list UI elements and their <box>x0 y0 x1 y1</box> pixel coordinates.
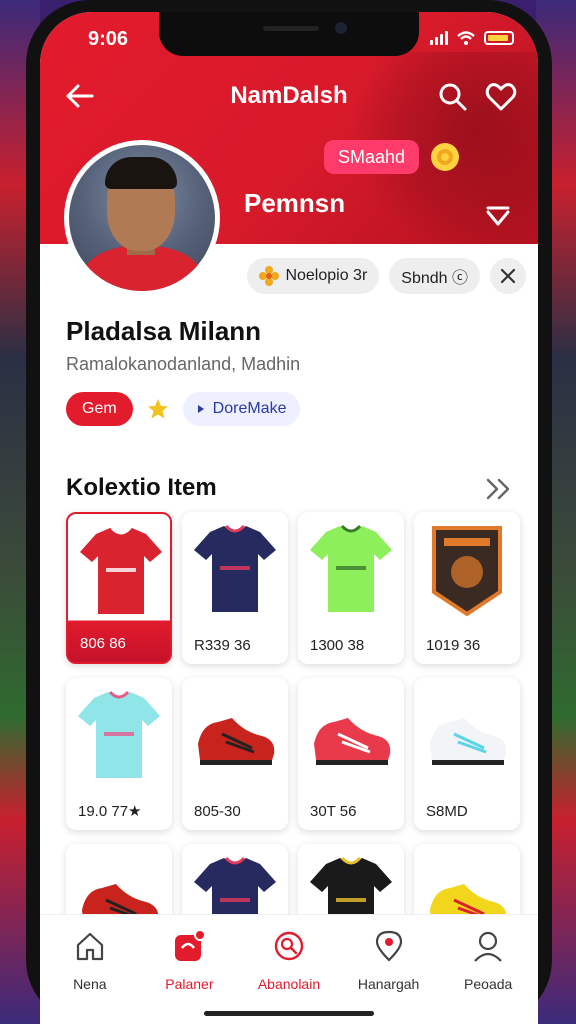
collection-item-card[interactable] <box>414 844 520 924</box>
signal-icon <box>430 31 448 45</box>
filter-chips: Noelopio 3r Sbndh ⓒ <box>247 258 526 294</box>
item-price: 19.0 77★ <box>78 803 142 820</box>
play-arrow-icon <box>197 405 204 413</box>
collection-item-card[interactable]: 1019 36 <box>414 512 520 664</box>
nav-label: Nena <box>73 976 107 992</box>
nav-item-peoada[interactable]: Peoada <box>443 929 533 1024</box>
app-screen: 9:06 NamDalsh SMaahd Pemnsn Noelopio 3r … <box>40 12 538 1024</box>
item-price: 806 86 <box>80 635 126 652</box>
collection-item-card[interactable]: R339 36 <box>182 512 288 664</box>
collection-item-card[interactable] <box>66 844 172 924</box>
jersey-thumbnail <box>76 688 162 784</box>
close-icon <box>500 268 516 284</box>
bottom-navigation: Nena Palaner Abanolain Hanargah Peoada <box>40 914 538 1024</box>
nav-item-home[interactable]: Nena <box>45 929 135 1024</box>
hero-username: Pemnsn <box>244 188 346 218</box>
item-price: 30T 56 <box>310 803 357 820</box>
phone-frame: 9:06 NamDalsh SMaahd Pemnsn Noelopio 3r … <box>26 0 552 1024</box>
scan-icon <box>274 931 304 961</box>
profile-icon <box>474 931 502 962</box>
close-button[interactable] <box>490 258 526 294</box>
profile-subtitle: Ramalokanodanland, Madhin <box>66 354 301 374</box>
collection-grid: 806 86 R339 36 1300 38 1019 36 19.0 77★ 805-3… <box>66 512 524 924</box>
chevron-down-icon[interactable] <box>484 200 512 228</box>
item-price: S8MD <box>426 803 468 820</box>
profile-tags: Gem DoreMake <box>66 392 301 426</box>
tag-gem[interactable]: Gem <box>66 392 133 426</box>
collection-item-card[interactable]: S8MD <box>414 678 520 830</box>
jersey-thumbnail <box>192 522 278 618</box>
item-price: 1019 36 <box>426 637 481 654</box>
nav-item-abanolain[interactable]: Abanolain <box>244 929 334 1024</box>
collection-item-card[interactable] <box>182 844 288 924</box>
jersey-thumbnail <box>308 522 394 618</box>
nav-label: Abanolain <box>257 976 321 992</box>
favorite-heart-icon[interactable] <box>484 80 518 114</box>
tag-label: DoreMake <box>212 400 287 417</box>
star-icon <box>147 399 168 419</box>
collection-item-card[interactable] <box>298 844 404 924</box>
double-chevron-right-icon[interactable] <box>484 476 514 502</box>
item-price: R339 36 <box>194 637 251 654</box>
wifi-icon <box>457 31 475 45</box>
nav-label: Hanargah <box>357 976 420 992</box>
collection-item-card[interactable]: 806 86 <box>66 512 172 664</box>
boot-thumbnail <box>192 688 278 784</box>
nav-item-hanargah[interactable]: Hanargah <box>344 929 434 1024</box>
notification-app-icon <box>175 929 207 961</box>
chip-noelopio[interactable]: Noelopio 3r <box>247 258 380 294</box>
home-indicator <box>204 1011 374 1016</box>
avatar[interactable] <box>64 140 220 296</box>
collection-item-card[interactable]: 30T 56 <box>298 678 404 830</box>
jersey-thumbnail <box>78 524 164 620</box>
badge-thumbnail <box>424 522 510 618</box>
collection-item-card[interactable]: 1300 38 <box>298 512 404 664</box>
collection-item-card[interactable]: 805-30 <box>182 678 288 830</box>
search-icon[interactable] <box>436 80 470 114</box>
status-badge: SMaahd <box>324 140 420 174</box>
home-icon <box>76 932 103 961</box>
item-price: 1300 38 <box>310 637 365 654</box>
top-app-bar: NamDalsh <box>40 76 538 116</box>
location-icon <box>375 930 402 962</box>
chip-label: Noelopio 3r <box>285 267 368 284</box>
section-title: Kolextio Item <box>66 474 217 501</box>
boot-thumbnail <box>308 688 394 784</box>
item-price: 805-30 <box>194 803 241 820</box>
battery-icon <box>484 31 514 45</box>
tag-doremake[interactable]: DoreMake <box>182 392 301 426</box>
nav-label: Peoada <box>464 976 513 992</box>
profile-name: Pladalsa Milann <box>66 316 262 346</box>
status-time: 9:06 <box>88 28 129 50</box>
medal-icon <box>431 143 459 171</box>
nav-item-palaner[interactable]: Palaner <box>144 929 234 1024</box>
chip-sbndh[interactable]: Sbndh ⓒ <box>389 258 480 294</box>
boot-thumbnail <box>424 688 510 784</box>
chip-label: Sbndh ⓒ <box>401 270 468 287</box>
avatar-photo <box>69 145 215 291</box>
status-bar: 9:06 <box>40 26 538 52</box>
flower-icon <box>259 266 280 286</box>
collection-item-card[interactable]: 19.0 77★ <box>66 678 172 830</box>
nav-label: Palaner <box>165 976 214 992</box>
